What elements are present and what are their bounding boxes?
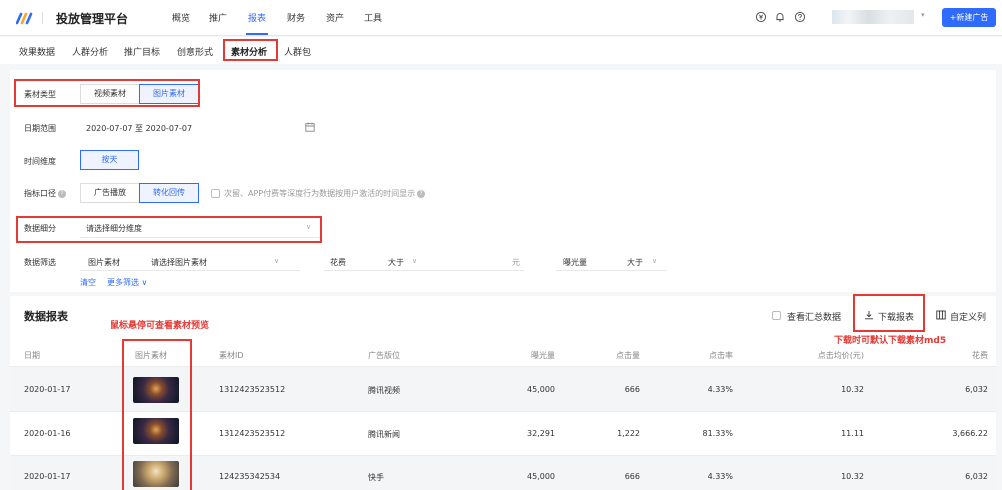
report-subnav: 效果数据 人群分析 推广目标 创意形式 素材分析 人群包 xyxy=(0,37,1002,64)
nav-tools[interactable]: 工具 xyxy=(364,11,382,24)
chevron-down-icon[interactable]: ∨ xyxy=(274,257,279,265)
cell-cpc: 10.32 xyxy=(841,385,864,394)
column-header-cost[interactable]: 花费 xyxy=(890,350,988,361)
cell-clicks: 666 xyxy=(624,472,640,481)
cost-unit: 元 xyxy=(512,258,520,267)
column-header-date[interactable]: 日期 xyxy=(24,350,40,361)
column-header-placement[interactable]: 广告版位 xyxy=(368,350,400,361)
cell-date: 2020-01-16 xyxy=(24,429,71,438)
tab-audience-package[interactable]: 人群包 xyxy=(284,45,311,58)
summary-data-checkbox[interactable] xyxy=(772,311,781,320)
data-filter-label: 数据筛选 xyxy=(24,258,56,267)
balance-icon[interactable] xyxy=(755,11,767,23)
nav-active-indicator xyxy=(246,33,268,35)
cell-ctr: 4.33% xyxy=(707,385,733,394)
customize-columns-button[interactable]: 自定义列 xyxy=(950,310,986,323)
tab-effect-data[interactable]: 效果数据 xyxy=(19,45,55,58)
highlight-material-tab xyxy=(223,39,278,61)
more-filters-text: 更多筛选 xyxy=(107,278,139,287)
clear-filters-link[interactable]: 清空 xyxy=(80,277,96,288)
activation-time-checkbox[interactable] xyxy=(211,189,220,198)
ad-play-option[interactable]: 广告播放 xyxy=(80,183,140,203)
cell-date: 2020-01-17 xyxy=(24,385,71,394)
cell-cost: 6,032 xyxy=(965,472,988,481)
cell-clicks: 666 xyxy=(624,385,640,394)
activation-time-label: 次留、APP付费等深度行为数据按用户激活的时间显示? xyxy=(224,188,426,199)
column-header-cpc[interactable]: 点击均价(元) xyxy=(780,350,864,361)
highlight-download-button xyxy=(853,294,925,332)
hover-preview-annotation: 鼠标悬停可查看素材预览 xyxy=(110,321,210,331)
download-md5-annotation: 下载时可默认下载素材md5 xyxy=(834,336,947,346)
date-range-input[interactable]: 2020-07-07 至 2020-07-07 xyxy=(86,123,192,134)
by-day-option[interactable]: 按天 xyxy=(80,150,139,170)
question-icon[interactable]: ? xyxy=(417,189,426,198)
user-account-avatar[interactable] xyxy=(832,10,914,24)
more-filters-link[interactable]: 更多筛选 ∨ xyxy=(107,277,147,288)
cell-impressions: 32,291 xyxy=(527,429,555,438)
cell-material-id: 1312423523512 xyxy=(219,429,286,438)
platform-logo-icon[interactable] xyxy=(16,11,34,25)
impressions-operator-select[interactable]: 大于 xyxy=(627,257,643,268)
cell-ctr: 81.33% xyxy=(702,429,733,438)
app-title: 投放管理平台 xyxy=(56,12,129,26)
cell-material-id: 1312423523512 xyxy=(219,385,286,394)
filter2-underline xyxy=(324,270,524,271)
highlight-data-breakdown xyxy=(16,216,322,243)
tab-audience-analysis[interactable]: 人群分析 xyxy=(72,45,108,58)
cell-placement: 腾讯视频 xyxy=(368,386,400,395)
cell-placement: 腾讯新闻 xyxy=(368,430,400,439)
cost-operator-select[interactable]: 大于 xyxy=(388,257,404,268)
top-navigation-bar: 投放管理平台 概览 推广 报表 财务 资产 工具 ▾ +新建广告 xyxy=(0,0,1002,36)
filter3-underline xyxy=(556,270,666,271)
nav-assets[interactable]: 资产 xyxy=(326,11,344,24)
highlight-material-type xyxy=(14,79,200,107)
report-title: 数据报表 xyxy=(24,310,68,323)
cell-cost: 6,032 xyxy=(965,385,988,394)
cell-placement: 快手 xyxy=(368,473,384,482)
conversion-callback-option[interactable]: 转化回传 xyxy=(139,183,199,203)
logo-divider xyxy=(42,12,43,24)
date-range-label: 日期范围 xyxy=(24,124,56,133)
nav-promotion[interactable]: 推广 xyxy=(209,11,227,24)
nav-finance[interactable]: 财务 xyxy=(287,11,305,24)
new-ad-button[interactable]: +新建广告 xyxy=(942,8,996,27)
question-icon[interactable]: ? xyxy=(58,189,66,198)
chevron-down-icon[interactable]: ∨ xyxy=(652,257,657,265)
cell-impressions: 45,000 xyxy=(527,472,555,481)
column-header-impressions[interactable]: 曝光量 xyxy=(475,350,555,361)
columns-icon[interactable] xyxy=(936,310,946,320)
time-dimension-label: 时间维度 xyxy=(24,157,56,166)
cell-material-id: 124235342534 xyxy=(219,472,281,481)
tab-creative-format[interactable]: 创意形式 xyxy=(177,45,213,58)
cell-date: 2020-01-17 xyxy=(24,472,71,481)
help-icon[interactable] xyxy=(794,11,806,23)
chevron-down-icon: ∨ xyxy=(139,278,148,287)
nav-overview[interactable]: 概览 xyxy=(172,11,190,24)
indicator-caliber-text: 指标口径 xyxy=(24,189,56,198)
column-header-material-id[interactable]: 素材ID xyxy=(219,350,244,361)
tab-promotion-target[interactable]: 推广目标 xyxy=(124,45,160,58)
filter1-underline xyxy=(80,270,300,271)
column-header-ctr[interactable]: 点击率 xyxy=(653,350,733,361)
impressions-filter-field[interactable]: 曝光量 xyxy=(563,257,587,268)
cell-cpc: 11.11 xyxy=(841,429,864,438)
cell-impressions: 45,000 xyxy=(527,385,555,394)
cell-cpc: 10.32 xyxy=(841,472,864,481)
chevron-down-icon[interactable]: ▾ xyxy=(921,11,925,19)
cell-ctr: 4.33% xyxy=(707,472,733,481)
calendar-icon[interactable] xyxy=(305,122,315,132)
notification-bell-icon[interactable] xyxy=(774,11,786,23)
summary-data-label: 查看汇总数据 xyxy=(787,313,842,323)
indicator-caliber-label: 指标口径? xyxy=(24,188,66,199)
activation-time-text: 次留、APP付费等深度行为数据按用户激活的时间显示 xyxy=(224,189,416,198)
image-material-filter-select[interactable]: 请选择图片素材 xyxy=(151,257,207,268)
highlight-image-material-column xyxy=(122,339,192,490)
cell-clicks: 1,222 xyxy=(617,429,640,438)
nav-reports[interactable]: 报表 xyxy=(248,11,266,24)
image-material-filter-field[interactable]: 图片素材 xyxy=(88,257,120,268)
cell-cost: 3,666.22 xyxy=(952,429,988,438)
cost-filter-field[interactable]: 花费 xyxy=(330,257,346,268)
column-header-clicks[interactable]: 点击量 xyxy=(560,350,640,361)
chevron-down-icon[interactable]: ∨ xyxy=(412,257,417,265)
